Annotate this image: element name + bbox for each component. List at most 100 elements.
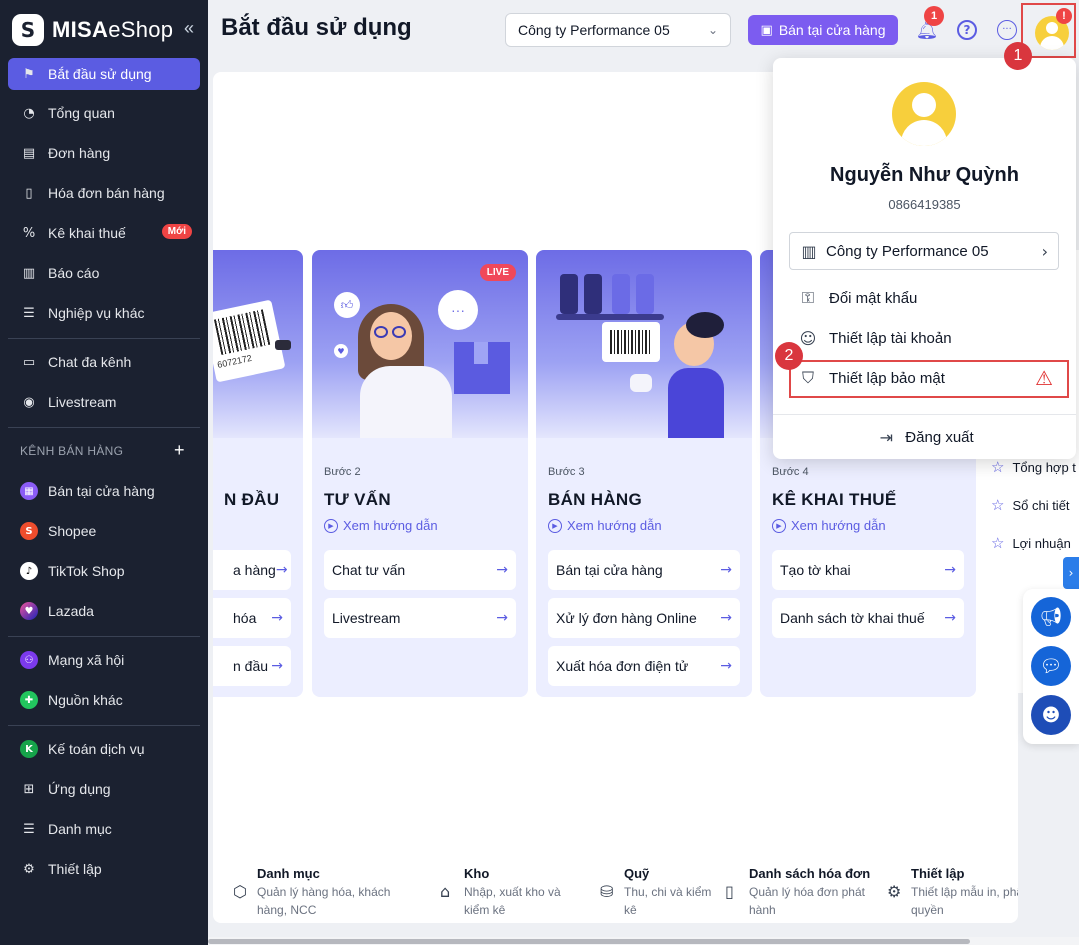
- sidebar-item-livestream[interactable]: ◉ Livestream: [8, 386, 200, 418]
- warehouse-icon: ⌂: [440, 882, 451, 901]
- more-icon[interactable]: ···: [996, 19, 1018, 41]
- step-illustration: 6072172: [213, 250, 303, 438]
- sidebar-item-accounting[interactable]: K Kế toán dịch vụ: [8, 733, 200, 765]
- sidebar-item-invoices[interactable]: ▯ Hóa đơn bán hàng: [8, 177, 200, 209]
- sidebar-item-catalog[interactable]: ☰ Danh mục: [8, 813, 200, 845]
- play-icon: ▶: [324, 518, 338, 533]
- sidebar-item-tax[interactable]: % Kê khai thuế Mới: [8, 217, 200, 249]
- step-number: Bước 4: [772, 466, 809, 478]
- megaphone-icon[interactable]: 📢︎: [1031, 597, 1071, 637]
- star-icon[interactable]: ☆: [991, 534, 1004, 552]
- sidebar-item-orders[interactable]: ▤ Đơn hàng: [8, 137, 200, 169]
- quick-link-warehouse[interactable]: ⌂ Kho Nhập, xuất kho và kiểm kê: [440, 866, 580, 917]
- sidebar-item-label: Danh mục: [48, 821, 112, 837]
- settings-icon: ⚙: [23, 861, 35, 877]
- product-bottle-image: [584, 274, 602, 314]
- sidebar-item-reports[interactable]: ▥ Báo cáo: [8, 257, 200, 289]
- quick-link-desc: Thu, chi và kiểm kê: [624, 885, 712, 917]
- more-symbol: ···: [997, 20, 1017, 40]
- livestream-button[interactable]: Livestream →: [324, 598, 516, 638]
- sidebar-divider: [8, 427, 200, 428]
- step-action-button[interactable]: a hàng →: [213, 550, 291, 590]
- woman-hair-image: [686, 312, 724, 338]
- step-action-button[interactable]: n đầu →: [213, 646, 291, 686]
- sidebar-item-label: Shopee: [48, 523, 97, 539]
- sidebar-item-label: Kê khai thuế: [48, 225, 126, 241]
- add-channel-icon[interactable]: +: [174, 440, 185, 461]
- view-guide-link[interactable]: ▶ Xem hướng dẫn: [324, 518, 438, 533]
- sidebar: S MISAeShop « ⚑ Bắt đầu sử dụng ◔ Tổng q…: [0, 0, 208, 945]
- help-icon[interactable]: ?: [956, 19, 978, 41]
- company-select[interactable]: Công ty Performance 05 ⌄: [505, 13, 731, 47]
- bot-assistant-icon[interactable]: ☻: [1031, 695, 1071, 735]
- favorite-report-item[interactable]: ☆ Sổ chi tiết: [991, 496, 1070, 514]
- arrow-right-icon: →: [944, 610, 956, 626]
- quick-link-catalog[interactable]: ⬡ Danh mục Quản lý hàng hóa, khách hàng, …: [233, 866, 423, 917]
- sidebar-item-getting-started[interactable]: ⚑ Bắt đầu sử dụng: [8, 58, 200, 90]
- live-badge: LIVE: [479, 264, 516, 281]
- brand-logo[interactable]: S MISAeShop: [12, 12, 173, 48]
- sidebar-item-other-operations[interactable]: ☰ Nghiệp vụ khác: [8, 297, 200, 329]
- quick-link-fund[interactable]: ⛁ Quỹ Thu, chi và kiểm kê: [600, 866, 725, 917]
- quick-link-invoice-list[interactable]: ▯ Danh sách hóa đơn Quản lý hóa đơn phát…: [725, 866, 875, 917]
- step-action-button[interactable]: hóa →: [213, 598, 291, 638]
- livestream-icon: ◉: [23, 394, 35, 410]
- sidebar-item-label: Hóa đơn bán hàng: [48, 185, 165, 201]
- profile-dropdown: Nguyễn Như Quỳnh 0866419385 ▥ Công ty Pe…: [773, 58, 1076, 459]
- sidebar-item-label: Nghiệp vụ khác: [48, 305, 145, 321]
- change-password-item[interactable]: ⚿ Đổi mật khẩu: [797, 286, 917, 310]
- box-icon: ⬡: [233, 882, 247, 901]
- issue-e-invoice-button[interactable]: Xuất hóa đơn điện tử →: [548, 646, 740, 686]
- sidebar-item-shopee[interactable]: S Shopee: [8, 515, 200, 547]
- chat-consult-button[interactable]: Chat tư vấn →: [324, 550, 516, 590]
- create-tax-return-button[interactable]: Tạo tờ khai →: [772, 550, 964, 590]
- quick-link-desc: Nhập, xuất kho và kiểm kê: [464, 885, 561, 917]
- guide-label: Xem hướng dẫn: [343, 518, 438, 533]
- store-icon: ▣: [760, 22, 773, 38]
- sidebar-item-label: Bán tại cửa hàng: [48, 483, 155, 499]
- view-guide-link[interactable]: ▶ Xem hướng dẫn: [772, 518, 886, 533]
- expand-panel-icon[interactable]: ›: [1063, 557, 1079, 589]
- favorite-report-item[interactable]: ☆ Lợi nhuận: [991, 534, 1071, 552]
- logout-button[interactable]: ⇥ Đăng xuất: [773, 426, 1076, 448]
- star-icon[interactable]: ☆: [991, 458, 1004, 476]
- sidebar-item-tiktok[interactable]: ♪ TikTok Shop: [8, 555, 200, 587]
- security-settings-item[interactable]: ⛉ Thiết lập bảo mật: [797, 366, 945, 390]
- quick-link-title: Kho: [464, 866, 490, 881]
- sell-in-store-button[interactable]: ▣ Bán tại cửa hàng: [748, 15, 898, 45]
- quick-link-settings[interactable]: ⚙ Thiết lập Thiết lập mẫu in, phân quyền: [887, 866, 1018, 917]
- menu-item-label: Đổi mật khẩu: [829, 289, 918, 307]
- guide-label: Xem hướng dẫn: [791, 518, 886, 533]
- scrollbar-thumb[interactable]: [208, 939, 970, 944]
- brand-name: MISAeShop: [52, 17, 174, 42]
- chat-bubble-icon: ···: [438, 290, 478, 330]
- sell-in-store-action-button[interactable]: Bán tại cửa hàng →: [548, 550, 740, 590]
- sidebar-item-overview[interactable]: ◔ Tổng quan: [8, 97, 200, 129]
- collapse-sidebar-icon[interactable]: «: [184, 19, 194, 37]
- sidebar-item-multichannel-chat[interactable]: ▭ Chat đa kênh: [8, 346, 200, 378]
- company-name: Công ty Performance 05: [826, 242, 989, 260]
- woman-body-image: [668, 368, 724, 438]
- company-switcher[interactable]: ▥ Công ty Performance 05 ›: [789, 232, 1059, 270]
- chevron-right-icon: ›: [1041, 241, 1048, 261]
- view-guide-link[interactable]: ▶ Xem hướng dẫn: [548, 518, 662, 533]
- account-settings-item[interactable]: ☺ Thiết lập tài khoản: [797, 326, 952, 350]
- sidebar-item-apps[interactable]: ⊞ Ứng dụng: [8, 773, 200, 805]
- favorite-report-item[interactable]: ☆ Tổng hợp t: [991, 458, 1076, 476]
- star-icon[interactable]: ☆: [991, 496, 1004, 514]
- tax-return-list-button[interactable]: Danh sách tờ khai thuế →: [772, 598, 964, 638]
- new-badge: Mới: [161, 224, 192, 239]
- sidebar-item-in-store[interactable]: ▦ Bán tại cửa hàng: [8, 475, 200, 507]
- lazada-icon: ♥: [20, 602, 38, 620]
- sidebar-item-other-sources[interactable]: ✚ Nguồn khác: [8, 684, 200, 716]
- support-chat-icon[interactable]: 💬︎: [1031, 646, 1071, 686]
- dashboard-icon: ◔: [23, 105, 35, 121]
- process-online-orders-button[interactable]: Xử lý đơn hàng Online →: [548, 598, 740, 638]
- action-label: Tạo tờ khai: [780, 562, 851, 578]
- sidebar-item-social[interactable]: ⚇ Mạng xã hội: [8, 644, 200, 676]
- action-label: Xử lý đơn hàng Online: [556, 610, 697, 626]
- sidebar-item-label: Mạng xã hội: [48, 652, 125, 668]
- sidebar-item-settings[interactable]: ⚙ Thiết lập: [8, 853, 200, 885]
- sidebar-item-lazada[interactable]: ♥ Lazada: [8, 595, 200, 627]
- warning-triangle-icon: ⚠: [1035, 366, 1053, 390]
